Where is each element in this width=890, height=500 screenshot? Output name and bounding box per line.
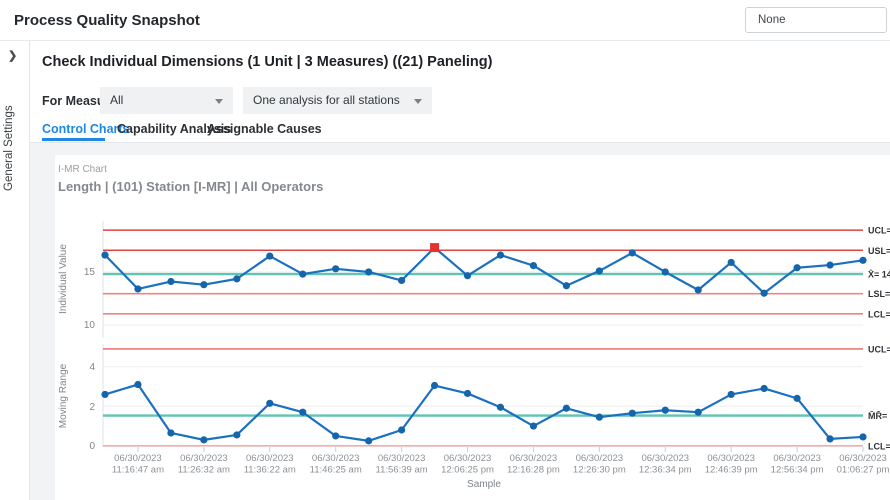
data-point[interactable] (563, 405, 570, 412)
active-tab-underline (42, 138, 105, 141)
header-bar: Process Quality Snapshot None (0, 0, 890, 41)
page: Process Quality Snapshot None ❯ General … (0, 0, 890, 500)
measure-select[interactable]: All (100, 87, 233, 114)
data-point[interactable] (200, 436, 207, 443)
data-point[interactable] (365, 268, 372, 275)
data-point[interactable] (563, 282, 570, 289)
data-point[interactable] (761, 385, 768, 392)
sidebar-expand-chevron-icon[interactable]: ❯ (8, 49, 17, 62)
data-point[interactable] (332, 265, 339, 272)
data-point[interactable] (629, 410, 636, 417)
data-point[interactable] (398, 426, 405, 433)
tab-assignable-causes[interactable]: Assignable Causes (207, 122, 322, 136)
page-title: Check Individual Dimensions (1 Unit | 3 … (42, 54, 492, 70)
out-of-control-point[interactable] (430, 243, 439, 252)
data-point[interactable] (695, 409, 702, 416)
data-point[interactable] (530, 262, 537, 269)
data-point[interactable] (596, 414, 603, 421)
data-point[interactable] (101, 251, 108, 258)
data-point[interactable] (167, 278, 174, 285)
data-point[interactable] (728, 391, 735, 398)
data-point[interactable] (101, 391, 108, 398)
analysis-select-value: One analysis for all stations (253, 93, 400, 107)
data-point[interactable] (497, 404, 504, 411)
chart-panel (55, 155, 890, 500)
data-point[interactable] (134, 285, 141, 292)
data-point[interactable] (826, 435, 833, 442)
app-title: Process Quality Snapshot (14, 0, 200, 41)
chart-title: Length | (101) Station [I-MR] | All Oper… (58, 179, 323, 194)
tab-divider (30, 142, 890, 143)
data-point[interactable] (530, 422, 537, 429)
data-point[interactable] (761, 290, 768, 297)
data-point[interactable] (464, 272, 471, 279)
data-point[interactable] (826, 261, 833, 268)
sidebar: ❯ General Settings (0, 41, 30, 500)
data-point[interactable] (859, 433, 866, 440)
data-point[interactable] (793, 264, 800, 271)
data-point[interactable] (200, 281, 207, 288)
data-point[interactable] (233, 431, 240, 438)
data-point[interactable] (266, 400, 273, 407)
data-point[interactable] (629, 249, 636, 256)
data-point[interactable] (266, 252, 273, 259)
data-point[interactable] (299, 270, 306, 277)
analysis-select[interactable]: One analysis for all stations (243, 87, 432, 114)
data-point[interactable] (728, 259, 735, 266)
sidebar-item-general-settings[interactable]: General Settings (3, 71, 15, 191)
data-point[interactable] (167, 429, 174, 436)
data-point[interactable] (134, 381, 141, 388)
data-point[interactable] (695, 286, 702, 293)
chart-subtitle: I-MR Chart (58, 164, 107, 175)
data-point[interactable] (332, 432, 339, 439)
data-point[interactable] (299, 409, 306, 416)
data-point[interactable] (497, 251, 504, 258)
header-filter-dropdown[interactable]: None (745, 7, 887, 33)
data-point[interactable] (596, 267, 603, 274)
chevron-down-icon (215, 99, 223, 104)
measure-select-value: All (110, 93, 123, 107)
data-point[interactable] (662, 407, 669, 414)
data-point[interactable] (233, 275, 240, 282)
chevron-down-icon (414, 99, 422, 104)
data-point[interactable] (464, 390, 471, 397)
data-point[interactable] (431, 382, 438, 389)
data-point[interactable] (859, 257, 866, 264)
data-point[interactable] (793, 395, 800, 402)
data-point[interactable] (365, 437, 372, 444)
data-point[interactable] (662, 268, 669, 275)
data-point[interactable] (398, 277, 405, 284)
